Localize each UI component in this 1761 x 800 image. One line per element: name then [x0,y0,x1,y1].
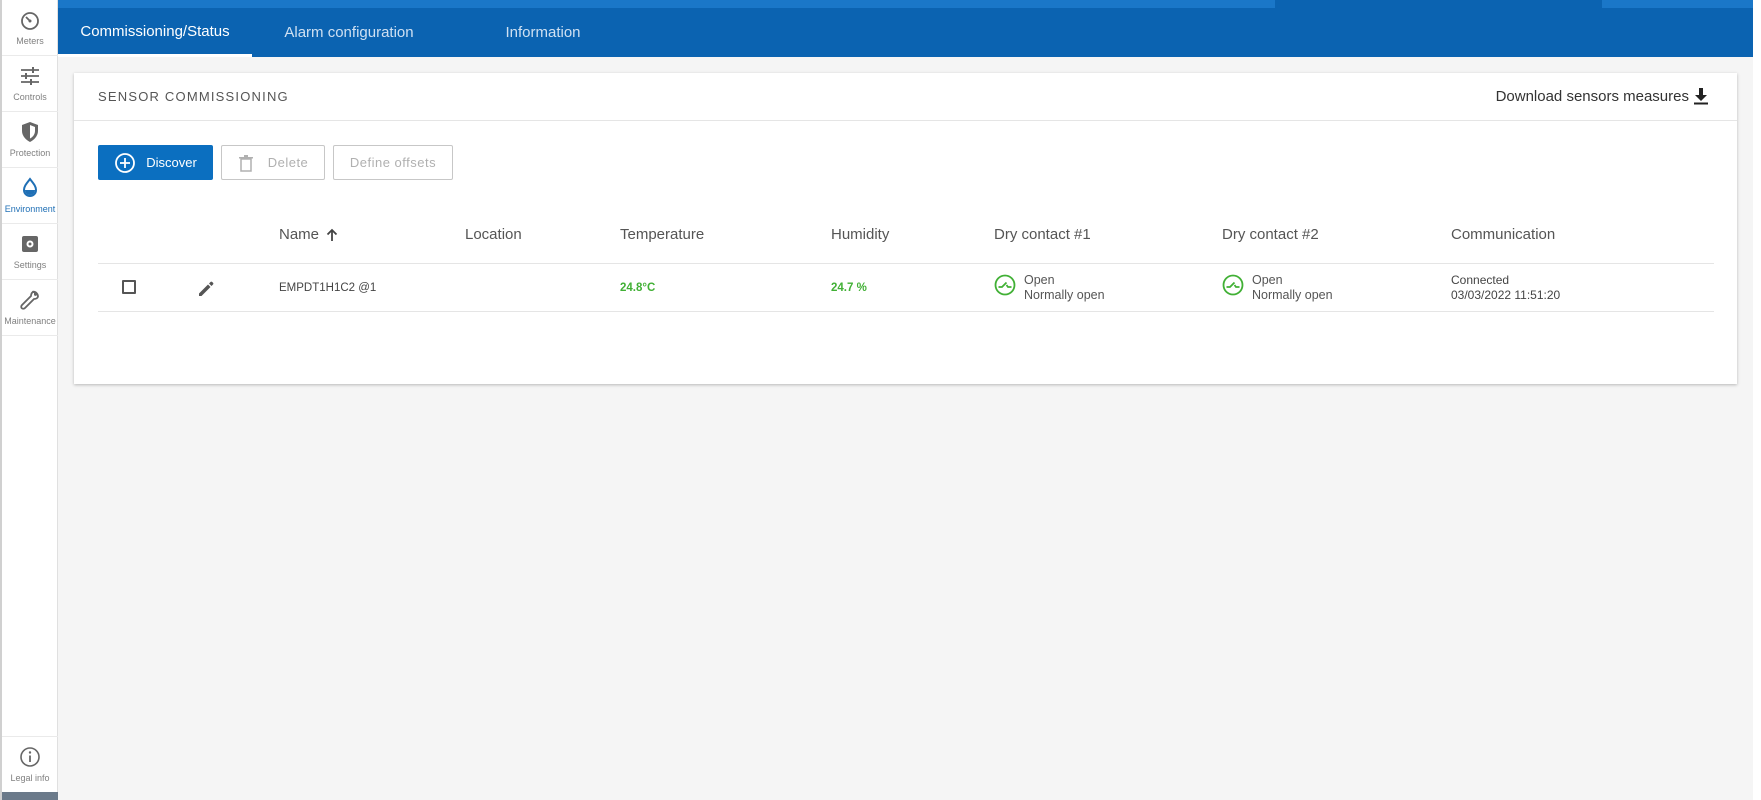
page-right-edge [1753,0,1761,800]
open-contact-icon [994,274,1016,296]
column-header-name-label: Name [279,226,320,243]
tab-information[interactable]: Information [446,8,640,57]
dry-contact-1-mode: Normally open [1024,288,1105,302]
column-header-temperature[interactable]: Temperature [620,226,704,243]
discover-button[interactable]: Discover [98,145,213,180]
sidebar-item-controls[interactable]: Controls [2,56,58,112]
discover-label: Discover [146,155,197,170]
dry-contact-2-state: Open [1252,273,1283,287]
row-temperature: 24.8°C [620,282,656,294]
download-icon [1694,88,1708,105]
sidebar-label-meters: Meters [16,36,44,46]
column-header-dry-contact-1[interactable]: Dry contact #1 [994,226,1091,243]
sidebar-label-environment: Environment [4,204,56,214]
arrow-up-icon [326,228,338,241]
card-header: SENSOR COMMISSIONING Download sensors me… [74,73,1737,121]
sidebar-label-controls: Controls [13,92,47,102]
top-strip-right [1602,0,1753,8]
pencil-icon[interactable] [196,279,216,299]
gauge-icon [21,12,39,30]
sidebar-item-settings[interactable]: Settings [2,224,58,280]
delete-button[interactable]: Delete [221,145,325,180]
column-header-communication[interactable]: Communication [1451,226,1555,243]
communication-status: Connected [1451,273,1510,287]
column-header-dry-contact-2[interactable]: Dry contact #2 [1222,226,1319,243]
row-dry-contact-2: Open Normally open [1222,273,1333,303]
dry-contact-2-mode: Normally open [1252,288,1333,302]
drop-icon [22,177,38,198]
sidebar-item-meters[interactable]: Meters [2,0,58,56]
wrench-icon [20,290,39,310]
shield-icon [22,122,38,142]
sidebar-label-settings: Settings [13,260,47,270]
sidebar-item-legal-info[interactable]: Legal info [2,736,58,792]
sidebar-label-protection: Protection [9,148,51,158]
add-circle-icon [115,152,136,173]
download-sensors-measures-link[interactable]: Download sensors measures [1496,87,1709,105]
sidebar-label-legal-info: Legal info [10,773,50,783]
row-name: EMPDT1H1C2 @1 [279,282,377,294]
row-select-checkbox[interactable] [122,280,136,294]
row-dry-contact-1: Open Normally open [994,273,1105,303]
sidebar-item-maintenance[interactable]: Maintenance [2,280,58,336]
top-strip-left [58,0,1275,8]
sensor-commissioning-card: SENSOR COMMISSIONING Download sensors me… [74,73,1737,384]
dry-contact-1-state: Open [1024,273,1055,287]
card-title: SENSOR COMMISSIONING [98,89,289,104]
row-communication: Connected 03/03/2022 11:51:20 [1451,273,1560,303]
sidebar-item-protection[interactable]: Protection [2,112,58,168]
open-contact-icon [1222,274,1244,296]
column-header-humidity[interactable]: Humidity [831,226,889,243]
column-header-location[interactable]: Location [465,226,522,243]
communication-timestamp: 03/03/2022 11:51:20 [1451,288,1561,302]
top-tab-bar: Commissioning/Status Alarm configuration… [58,0,1753,57]
sidebar-bottom-bar [2,792,58,800]
delete-label: Delete [267,155,309,170]
tab-commissioning-status[interactable]: Commissioning/Status [58,8,252,57]
table-row-divider [98,311,1714,312]
column-header-name[interactable]: Name [279,226,339,243]
sidebar-item-environment[interactable]: Environment [2,168,58,224]
sidebar: Meters Controls Protection Environment S… [0,0,58,800]
row-humidity: 24.7 % [831,282,867,294]
trash-icon [238,154,253,172]
download-label: Download sensors measures [1495,87,1689,105]
gear-icon [22,236,38,252]
sidebar-label-maintenance: Maintenance [4,316,56,326]
tab-alarm-configuration[interactable]: Alarm configuration [252,8,446,57]
sliders-icon [21,67,39,85]
define-offsets-button[interactable]: Define offsets [333,145,453,180]
table-header-divider [98,263,1714,264]
info-icon [20,747,40,767]
